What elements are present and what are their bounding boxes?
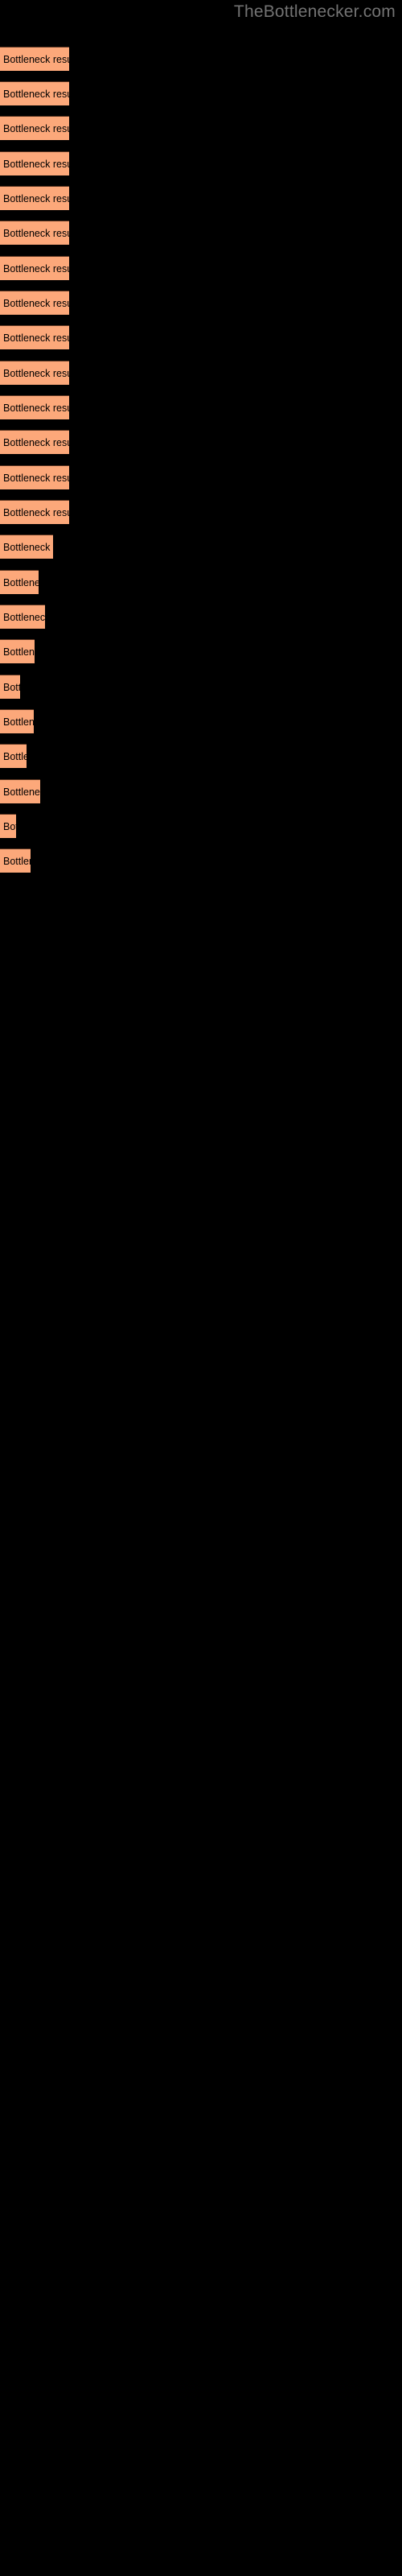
bar-1: Bottleneck result (0, 47, 69, 71)
bar-12: Bottleneck result (0, 430, 69, 454)
bar-15: Bottleneck result (0, 535, 53, 559)
bar-label: Bottleneck result (3, 332, 69, 344)
bar-label: Bottleneck result (3, 436, 69, 448)
bar-label: Bottleneck result (3, 122, 69, 134)
bar-label: Bottleneck result (3, 367, 69, 379)
bar-label: Bottleneck result (3, 472, 69, 484)
bar-label: Bottleneck result (3, 541, 53, 553)
bar-7: Bottleneck result (0, 256, 69, 280)
bar-2: Bottleneck result (0, 81, 69, 105)
bar-19: Bottleneck result (0, 675, 20, 699)
bar-label: Bottleneck result (3, 88, 69, 100)
bar-4: Bottleneck result (0, 151, 69, 175)
bar-label: Bottleneck result (3, 855, 31, 867)
bar-label: Bottleneck result (3, 750, 27, 762)
bar-label: Bottleneck result (3, 158, 69, 170)
bar-label: Bottleneck result (3, 227, 69, 239)
bar-18: Bottleneck result (0, 639, 35, 663)
bar-label: Bottleneck result (3, 820, 16, 832)
bar-chart-plot-area: Bottleneck result Bottleneck result Bottle… (0, 0, 402, 2576)
bar-11: Bottleneck result (0, 395, 69, 419)
bar-label: Bottleneck result (3, 786, 40, 798)
bar-21: Bottleneck result (0, 744, 27, 768)
bar-5: Bottleneck result (0, 186, 69, 210)
bar-label: Bottleneck result (3, 576, 39, 588)
bar-22: Bottleneck result (0, 779, 40, 803)
bar-label: Bottleneck result (3, 402, 69, 414)
bar-6: Bottleneck result (0, 221, 69, 245)
bar-label: Bottleneck result (3, 262, 69, 275)
bar-23: Bottleneck result (0, 814, 16, 838)
bar-8: Bottleneck result (0, 291, 69, 315)
bar-13: Bottleneck result (0, 465, 69, 489)
bar-9: Bottleneck result (0, 325, 69, 349)
bar-label: Bottleneck result (3, 611, 45, 623)
bar-10: Bottleneck result (0, 361, 69, 385)
bar-label: Bottleneck result (3, 681, 20, 693)
bar-3: Bottleneck result (0, 116, 69, 140)
bar-16: Bottleneck result (0, 570, 39, 594)
bar-label: Bottleneck result (3, 646, 35, 658)
bar-label: Bottleneck result (3, 192, 69, 204)
bar-label: Bottleneck result (3, 506, 69, 518)
bar-24: Bottleneck result (0, 848, 31, 873)
bar-label: Bottleneck result (3, 53, 69, 65)
bar-label: Bottleneck result (3, 716, 34, 728)
chart-page: TheBottlenecker.com Bottleneck resultBot… (0, 0, 402, 2576)
bar-label: Bottleneck result (3, 297, 69, 309)
bar-20: Bottleneck result (0, 709, 34, 733)
bar-17: Bottleneck result (0, 605, 45, 629)
bar-14: Bottleneck result (0, 500, 69, 524)
